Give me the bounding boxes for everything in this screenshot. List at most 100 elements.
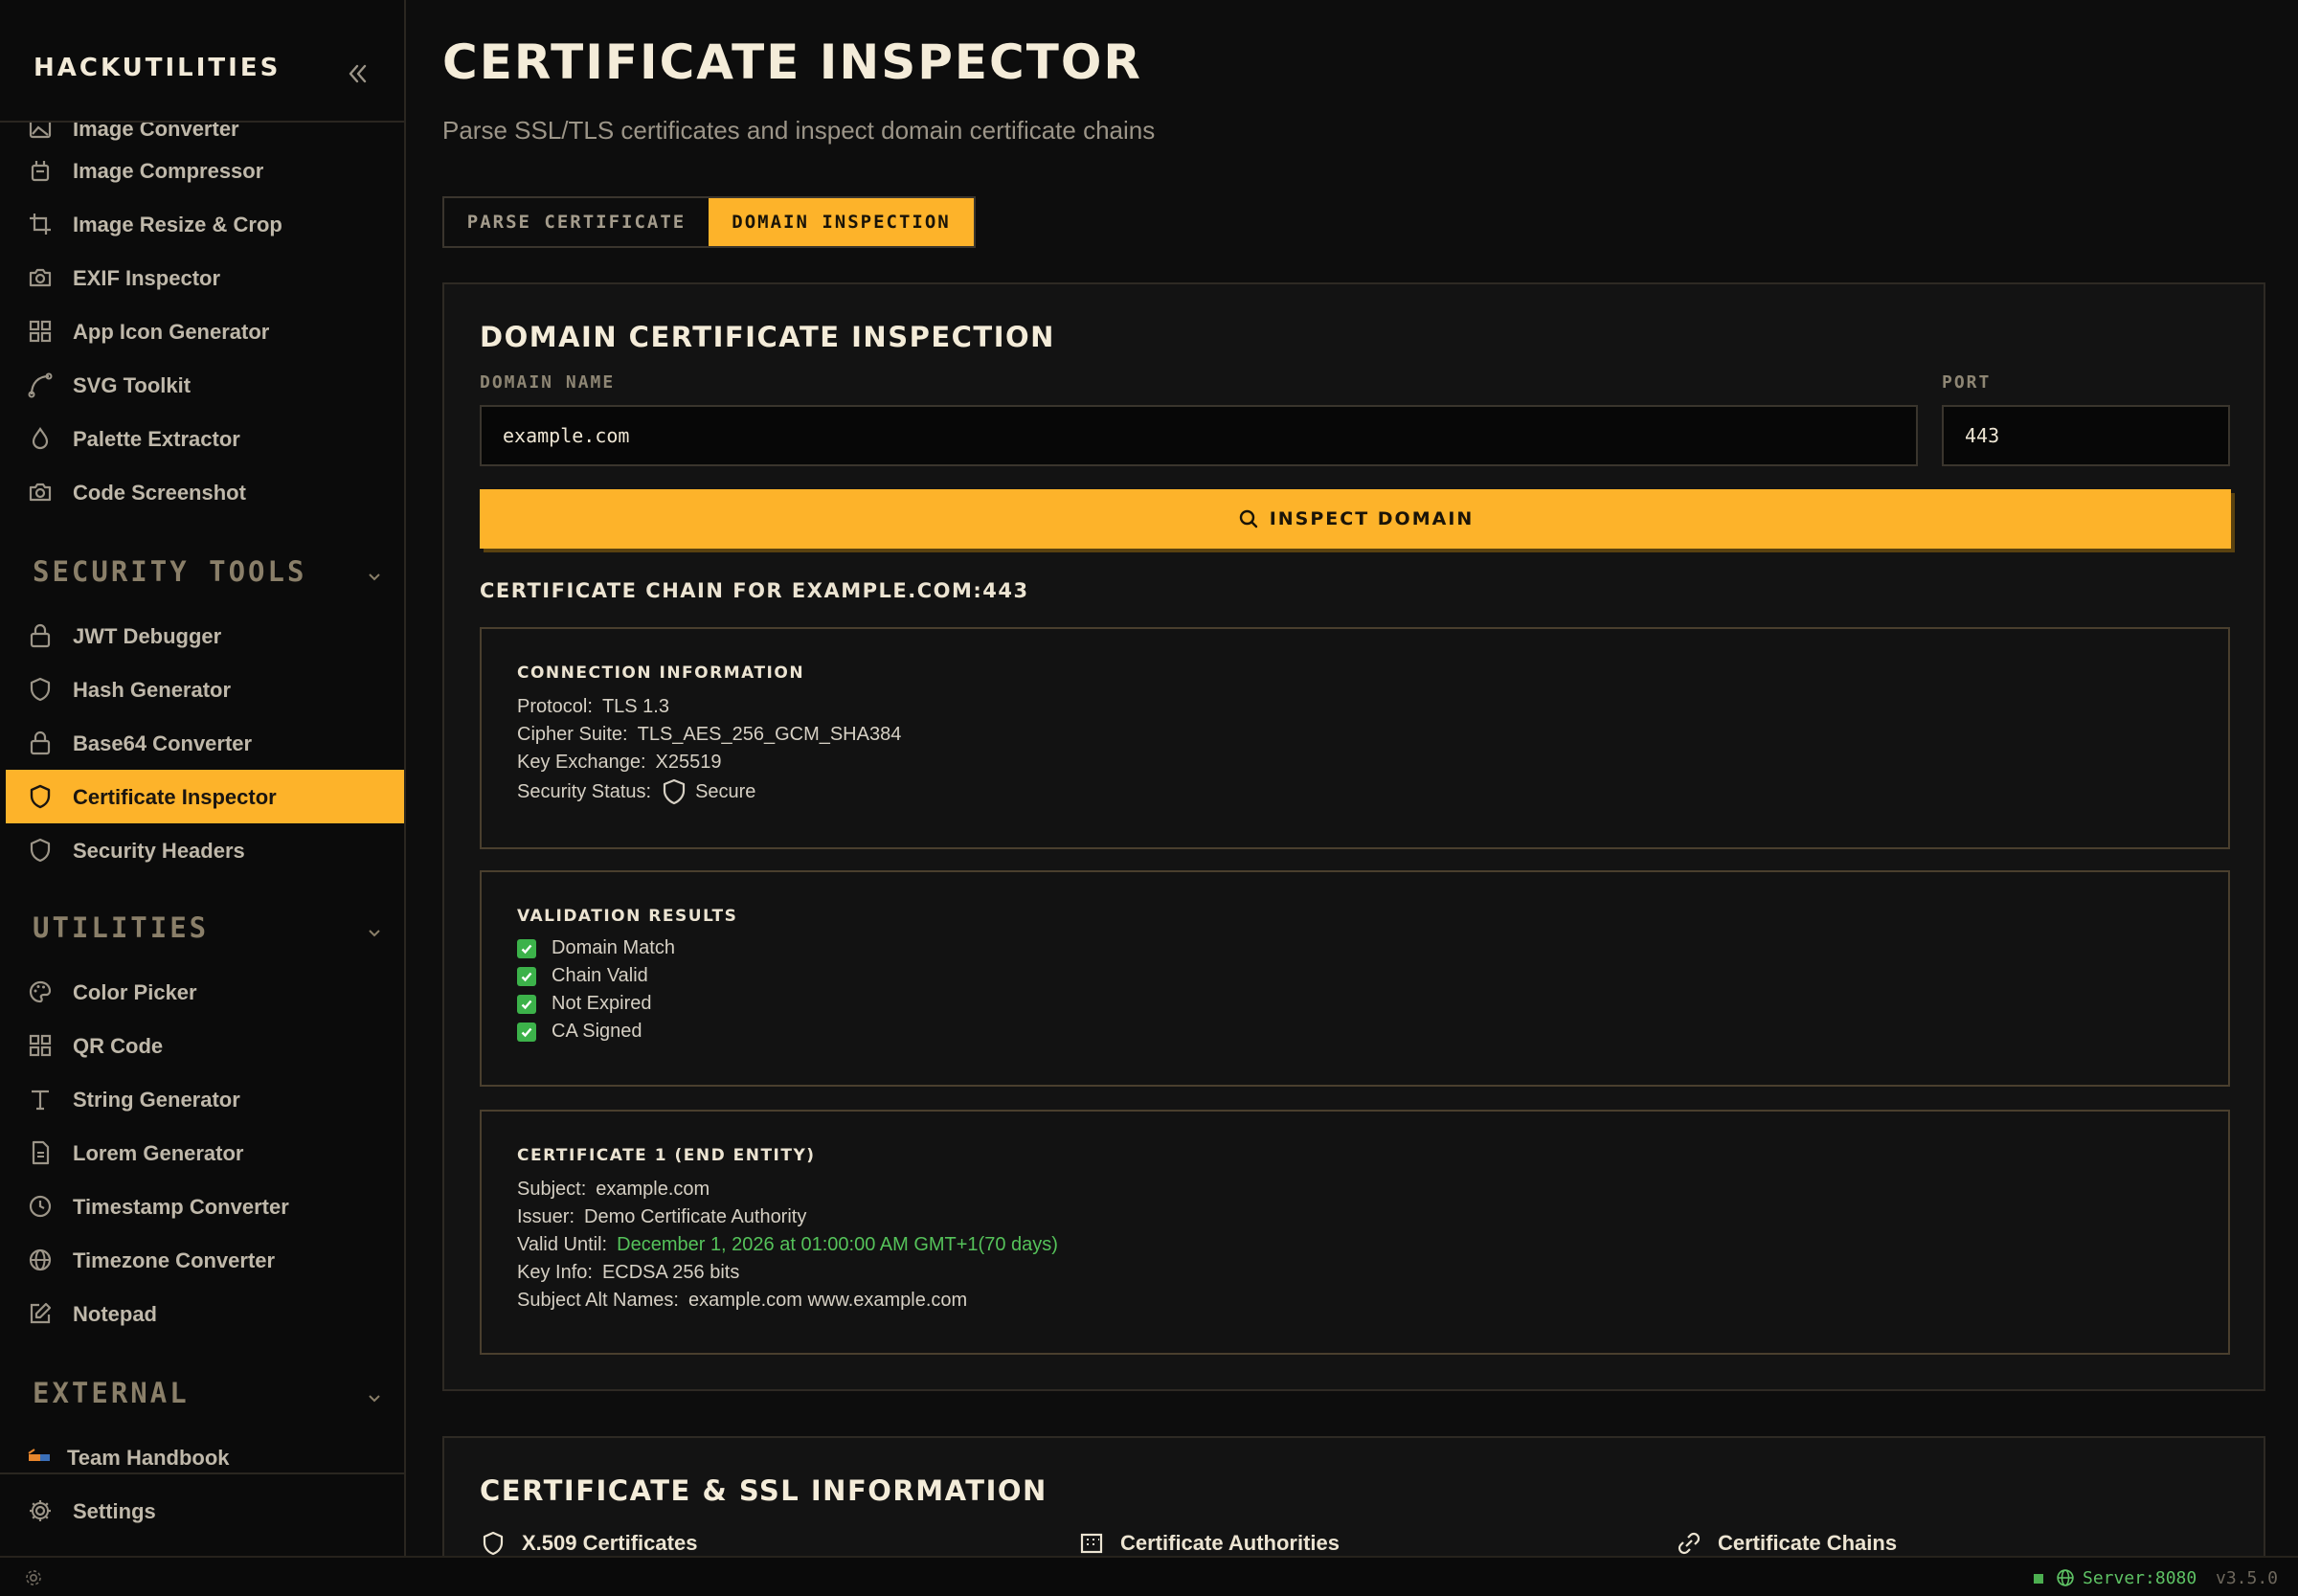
port-input[interactable] xyxy=(1942,405,2230,466)
info-certificate-chains: Certificate Chains xyxy=(1676,1530,1897,1557)
issuer-key: Issuer: xyxy=(517,1206,575,1227)
issuer-row: Issuer: Demo Certificate Authority xyxy=(517,1206,806,1228)
subject-value: example.com xyxy=(596,1179,710,1200)
key-info-value: ECDSA 256 bits xyxy=(601,1262,740,1283)
key-exchange-value: X25519 xyxy=(655,752,722,773)
sidebar-item-timezone-converter[interactable]: Timezone Converter xyxy=(6,1233,404,1287)
info-certificate-authorities: Certificate Authorities xyxy=(1078,1530,1340,1557)
app-brand[interactable]: HACKUTILITIES xyxy=(34,54,281,82)
edit-icon xyxy=(27,1300,54,1327)
valid-until-row: Valid Until: December 1, 2026 at 01:00:0… xyxy=(517,1234,1058,1256)
sidebar-footer: Settings xyxy=(0,1472,404,1556)
sidebar-item-label: String Generator xyxy=(73,1088,240,1112)
validation-item: CA Signed xyxy=(517,1021,642,1043)
gear-icon[interactable] xyxy=(23,1567,44,1588)
key-exchange-row: Key Exchange: X25519 xyxy=(517,752,722,774)
shield-icon xyxy=(27,837,54,864)
sidebar: HACKUTILITIES Image Converter Image Comp… xyxy=(0,0,406,1556)
certificate-card: CERTIFICATE 1 (END ENTITY) Subject: exam… xyxy=(480,1110,2230,1355)
sidebar-item-jwt-debugger[interactable]: JWT Debugger xyxy=(6,609,404,663)
sidebar-item-code-screenshot[interactable]: Code Screenshot xyxy=(6,465,404,519)
san-row: Subject Alt Names: example.com www.examp… xyxy=(517,1290,967,1312)
sidebar-item-label: Hash Generator xyxy=(73,678,232,702)
sidebar-item-label: Lorem Generator xyxy=(73,1141,244,1165)
collapse-sidebar-icon[interactable] xyxy=(343,59,372,88)
sidebar-item-security-headers[interactable]: Security Headers xyxy=(6,823,404,877)
chevron-down-icon[interactable] xyxy=(366,927,383,938)
section-header-security-tools[interactable]: SECURITY TOOLS xyxy=(33,555,306,588)
check-icon xyxy=(517,994,536,1014)
validation-label: Chain Valid xyxy=(552,965,648,986)
sidebar-item-image-resize[interactable]: Image Resize & Crop xyxy=(6,197,404,251)
domain-name-input[interactable] xyxy=(480,405,1918,466)
validation-results-card: VALIDATION RESULTS Domain Match Chain Va… xyxy=(480,870,2230,1087)
sidebar-item-settings[interactable]: Settings xyxy=(6,1484,404,1538)
domain-name-label: DOMAIN NAME xyxy=(480,372,616,393)
sidebar-item-label: Security Headers xyxy=(73,839,245,863)
sidebar-item-app-icon-generator[interactable]: App Icon Generator xyxy=(6,304,404,358)
compress-icon xyxy=(27,157,54,184)
security-status-key: Security Status: xyxy=(517,780,652,802)
chevron-down-icon[interactable] xyxy=(366,1392,383,1404)
sidebar-item-label: SVG Toolkit xyxy=(73,373,192,397)
shield-icon xyxy=(27,676,54,703)
server-status[interactable]: Server:8080 xyxy=(2083,1568,2197,1588)
sidebar-item-hash-generator[interactable]: Hash Generator xyxy=(6,663,404,716)
page-subtitle: Parse SSL/TLS certificates and inspect d… xyxy=(442,116,1156,145)
lock-icon xyxy=(27,730,54,756)
panel-title: DOMAIN CERTIFICATE INSPECTION xyxy=(480,321,1055,353)
validation-item: Not Expired xyxy=(517,993,652,1015)
sidebar-item-svg-toolkit[interactable]: SVG Toolkit xyxy=(6,358,404,412)
document-icon xyxy=(27,1139,54,1166)
cipher-key: Cipher Suite: xyxy=(517,724,628,745)
sidebar-item-base64-converter[interactable]: Base64 Converter xyxy=(6,716,404,770)
sidebar-item-color-picker[interactable]: Color Picker xyxy=(6,965,404,1019)
camera-icon xyxy=(27,264,54,291)
valid-until-key: Valid Until: xyxy=(517,1234,608,1255)
shield-icon xyxy=(27,783,54,810)
inspect-domain-button[interactable]: INSPECT DOMAIN xyxy=(480,489,2231,549)
sidebar-item-certificate-inspector[interactable]: Certificate Inspector xyxy=(6,770,404,823)
sidebar-item-palette-extractor[interactable]: Palette Extractor xyxy=(6,412,404,465)
sidebar-header: HACKUTILITIES xyxy=(0,0,404,123)
sidebar-item-string-generator[interactable]: String Generator xyxy=(6,1072,404,1126)
sidebar-item-team-handbook[interactable]: Team Handbook xyxy=(6,1430,404,1472)
cipher-row: Cipher Suite: TLS_AES_256_GCM_SHA384 xyxy=(517,724,901,746)
type-icon xyxy=(27,1086,54,1113)
sidebar-item-label: Certificate Inspector xyxy=(73,785,277,809)
sidebar-item-image-compressor[interactable]: Image Compressor xyxy=(6,144,404,197)
crop-icon xyxy=(27,211,54,237)
section-header-external[interactable]: EXTERNAL xyxy=(33,1377,190,1409)
clock-icon xyxy=(27,1193,54,1220)
san-value: example.com www.example.com xyxy=(687,1290,968,1311)
sidebar-item-timestamp-converter[interactable]: Timestamp Converter xyxy=(6,1180,404,1233)
sidebar-item-label: Notepad xyxy=(73,1302,157,1326)
sidebar-item-label: Timezone Converter xyxy=(73,1248,276,1272)
sidebar-item-label: EXIF Inspector xyxy=(73,266,221,290)
lock-icon xyxy=(27,622,54,649)
chain-title: CERTIFICATE CHAIN FOR EXAMPLE.COM:443 xyxy=(480,579,1029,602)
tab-parse-certificate[interactable]: PARSE CERTIFICATE xyxy=(444,198,709,246)
grid-icon xyxy=(27,318,54,345)
key-info-key: Key Info: xyxy=(517,1262,593,1283)
sidebar-item-lorem-generator[interactable]: Lorem Generator xyxy=(6,1126,404,1180)
valid-until-value: December 1, 2026 at 01:00:00 AM GMT+1(70… xyxy=(617,1234,1058,1255)
info-label: X.509 Certificates xyxy=(522,1531,698,1555)
validation-item: Chain Valid xyxy=(517,965,648,987)
sidebar-item-notepad[interactable]: Notepad xyxy=(6,1287,404,1340)
section-header-utilities[interactable]: UTILITIES xyxy=(33,911,209,944)
sidebar-item-label: Color Picker xyxy=(73,980,197,1004)
chevron-down-icon[interactable] xyxy=(366,571,383,582)
sidebar-item-label: QR Code xyxy=(73,1034,164,1058)
shield-icon xyxy=(480,1530,507,1557)
sidebar-item-qr-code[interactable]: QR Code xyxy=(6,1019,404,1072)
sidebar-item-label: Image Compressor xyxy=(73,159,264,183)
sidebar-item-label: Base64 Converter xyxy=(73,731,253,755)
card-title: CERTIFICATE 1 (END ENTITY) xyxy=(517,1146,816,1165)
tab-domain-inspection[interactable]: DOMAIN INSPECTION xyxy=(709,198,974,246)
shield-icon xyxy=(661,777,687,806)
sidebar-item-exif-inspector[interactable]: EXIF Inspector xyxy=(6,251,404,304)
card-title: CONNECTION INFORMATION xyxy=(517,663,805,683)
info-label: Certificate Authorities xyxy=(1120,1531,1340,1555)
info-label: Certificate Chains xyxy=(1718,1531,1898,1555)
